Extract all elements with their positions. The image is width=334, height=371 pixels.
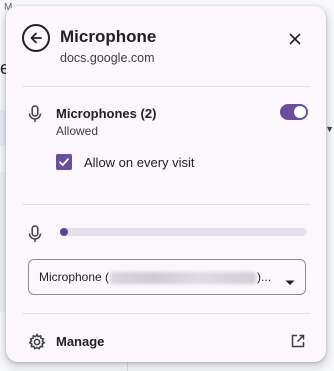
input-level-meter: [60, 228, 307, 236]
background-caret: ▼: [325, 124, 334, 134]
popup-header: Microphone docs.google.com: [6, 6, 326, 86]
manage-button[interactable]: Manage: [6, 324, 326, 362]
dropdown-arrow-icon: [285, 273, 295, 291]
gear-icon: [28, 333, 46, 356]
open-in-new-icon: [290, 333, 306, 354]
back-button[interactable]: [22, 24, 50, 52]
permission-status: Allowed: [56, 124, 99, 138]
site-origin: docs.google.com: [60, 51, 155, 65]
section-divider: [22, 204, 310, 205]
footer-divider: [22, 313, 310, 314]
arrow-left-circle-icon: [30, 32, 42, 44]
close-icon: [289, 33, 301, 45]
microphone-icon: [28, 105, 42, 128]
microphone-permission-popup: Microphone docs.google.com Microphones (…: [6, 6, 326, 362]
device-name-suffix: )...: [257, 270, 272, 284]
microphone-permission-toggle[interactable]: [280, 104, 308, 120]
close-button[interactable]: [287, 31, 303, 47]
microphone-device-select[interactable]: Microphone ()...: [28, 259, 306, 295]
input-level-indicator: [60, 228, 68, 236]
device-name-prefix: Microphone (: [39, 270, 110, 284]
checkmark-icon: [59, 158, 69, 166]
microphone-icon: [28, 225, 42, 248]
selected-device-label: Microphone ()...: [39, 270, 271, 284]
allow-every-visit-label: Allow on every visit: [84, 155, 195, 170]
manage-label: Manage: [56, 334, 105, 349]
header-divider: [22, 86, 310, 87]
allow-every-visit-checkbox[interactable]: [56, 154, 72, 170]
toggle-knob: [294, 106, 306, 118]
redacted-device-name: [110, 271, 257, 284]
popup-title: Microphone: [60, 27, 157, 46]
permission-title: Microphones (2): [56, 106, 157, 121]
